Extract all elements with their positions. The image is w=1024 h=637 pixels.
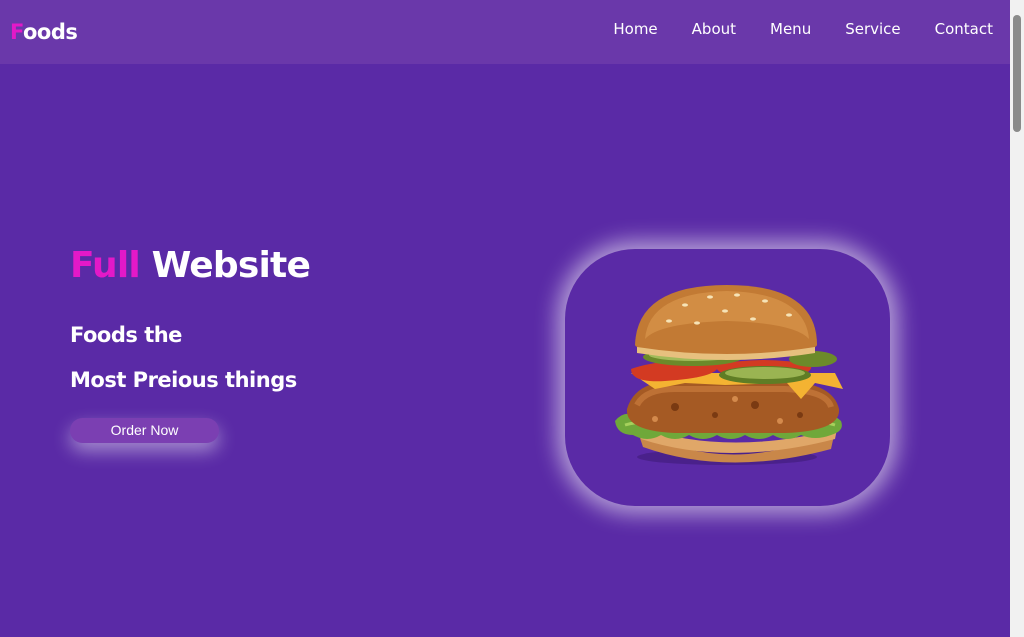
nav-contact[interactable]: Contact	[935, 20, 993, 38]
hero-image-card	[565, 249, 890, 506]
scrollbar-thumb[interactable]	[1013, 15, 1021, 132]
burger-image	[615, 285, 843, 465]
nav-home[interactable]: Home	[613, 20, 657, 38]
nav-menu[interactable]: Menu	[770, 20, 811, 38]
page: Foods Home About Menu Service Contact Fu…	[0, 0, 1010, 637]
hero-subtitle-line2: Most Preious things	[70, 368, 297, 392]
logo-accent: F	[10, 20, 24, 44]
nav-about[interactable]: About	[692, 20, 736, 38]
nav-service[interactable]: Service	[845, 20, 900, 38]
hero-title: Full Website	[70, 245, 311, 286]
hero-subtitle-line1: Foods the	[70, 323, 182, 347]
nav-links: Home About Menu Service Contact	[579, 20, 993, 38]
order-now-button[interactable]: Order Now	[70, 418, 219, 443]
hero-title-rest: Website	[139, 245, 311, 286]
vertical-scrollbar[interactable]	[1010, 0, 1024, 637]
hero-title-accent: Full	[70, 245, 141, 286]
logo[interactable]: Foods	[10, 20, 78, 44]
logo-rest: oods	[23, 20, 78, 44]
navbar: Foods Home About Menu Service Contact	[0, 0, 1010, 64]
